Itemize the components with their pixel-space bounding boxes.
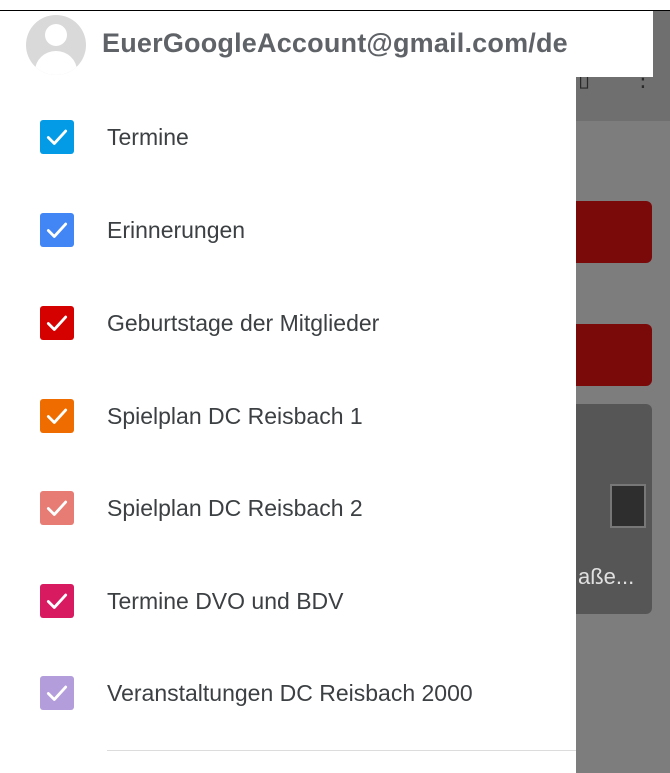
calendar-checkbox[interactable] (40, 306, 74, 340)
calendar-label: Spielplan DC Reisbach 2 (107, 495, 363, 521)
drawer-scrim[interactable]: ▯ ⋮ aße... (576, 11, 670, 773)
check-icon (46, 129, 68, 145)
calendar-label: Spielplan DC Reisbach 1 (107, 403, 363, 429)
background-event-image: aße... (576, 404, 652, 614)
drawer-divider (107, 750, 576, 751)
calendar-label: Termine DVO und BDV (107, 588, 344, 614)
calendar-checkbox[interactable] (40, 491, 74, 525)
account-avatar[interactable] (26, 15, 86, 75)
background-event (576, 324, 652, 386)
check-icon (46, 593, 68, 609)
navigation-drawer: Termine Erinnerungen Geburtstage der Mit… (0, 77, 576, 773)
calendar-label: Geburtstage der Mitglieder (107, 310, 380, 336)
check-icon (46, 685, 68, 701)
check-icon (46, 222, 68, 238)
drawer-header: EuerGoogleAccount@gmail.com/de (0, 11, 653, 77)
calendar-checkbox[interactable] (40, 584, 74, 618)
calendar-checkbox[interactable] (40, 213, 74, 247)
calendar-label: Erinnerungen (107, 217, 246, 243)
calendar-checkbox[interactable] (40, 399, 74, 433)
calendar-item-termine-dvo-bdv[interactable]: Termine DVO und BDV (0, 563, 576, 633)
calendar-label: Termine (107, 124, 189, 150)
calendar-item-spielplan-2[interactable]: Spielplan DC Reisbach 2 (0, 470, 576, 540)
account-email[interactable]: EuerGoogleAccount@gmail.com/de (102, 28, 568, 59)
check-icon (46, 408, 68, 424)
background-event (576, 201, 652, 263)
avatar-body-shape (35, 51, 77, 75)
avatar-head-shape (45, 24, 67, 46)
calendar-checkbox[interactable] (40, 676, 74, 710)
check-icon (46, 315, 68, 331)
calendar-label: Veranstaltungen DC Reisbach 2000 (107, 680, 473, 706)
calendar-checkbox[interactable] (40, 120, 74, 154)
window-image (610, 484, 646, 528)
calendar-item-erinnerungen[interactable]: Erinnerungen (0, 192, 576, 262)
calendar-item-veranstaltungen[interactable]: Veranstaltungen DC Reisbach 2000 (0, 655, 576, 725)
background-event-caption: aße... (578, 564, 635, 589)
calendar-item-termine[interactable]: Termine (0, 99, 576, 169)
check-icon (46, 500, 68, 516)
calendar-item-spielplan-1[interactable]: Spielplan DC Reisbach 1 (0, 378, 576, 448)
calendar-item-geburtstage[interactable]: Geburtstage der Mitglieder (0, 285, 576, 355)
